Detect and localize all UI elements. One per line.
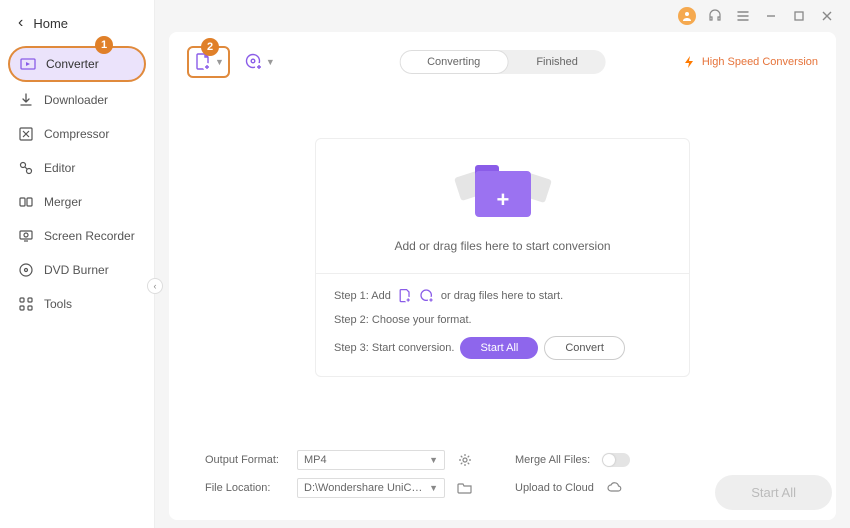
add-disc-icon[interactable] (419, 288, 435, 304)
start-all-button[interactable]: Start All (460, 337, 538, 359)
chevron-down-icon: ▼ (215, 57, 224, 67)
step-3-text: Step 3: Start conversion. (334, 342, 454, 354)
file-location-value: D:\Wondershare UniConverter 1 (304, 482, 424, 494)
file-location-select[interactable]: D:\Wondershare UniConverter 1 ▼ (297, 478, 445, 498)
converter-icon (20, 56, 36, 72)
nav-label: Merger (44, 195, 82, 209)
dropzone: + Add or drag files here to start conver… (315, 138, 690, 377)
chevron-down-icon: ▼ (429, 483, 438, 493)
step-1-b: or drag files here to start. (441, 290, 563, 302)
folder-plus-icon: + (463, 163, 543, 223)
bolt-icon (682, 55, 696, 69)
chevron-down-icon: ▼ (429, 455, 438, 465)
upload-label: Upload to Cloud (515, 482, 594, 494)
titlebar (155, 0, 850, 32)
nav-label: Tools (44, 297, 72, 311)
nav-label: Converter (46, 57, 99, 71)
drop-area[interactable]: + Add or drag files here to start conver… (316, 139, 689, 273)
file-location-label: File Location: (205, 482, 285, 494)
nav-converter[interactable]: Converter (8, 46, 146, 82)
callout-badge-2: 2 (201, 38, 219, 56)
nav-downloader[interactable]: Downloader (8, 84, 146, 116)
drop-text: Add or drag files here to start conversi… (394, 239, 610, 253)
nav-label: Screen Recorder (44, 229, 135, 243)
content-card: 2 ▼ ▼ Converting Finished (169, 32, 836, 520)
collapse-handle[interactable]: ‹ (147, 278, 163, 294)
back-icon[interactable]: ‹ (18, 14, 23, 32)
add-disc-button[interactable]: ▼ (240, 48, 279, 76)
nav-label: Editor (44, 161, 75, 175)
footer-start-all-button[interactable]: Start All (715, 475, 832, 510)
output-format-value: MP4 (304, 454, 327, 466)
avatar-icon[interactable] (678, 7, 696, 25)
cloud-icon[interactable] (606, 480, 622, 496)
step-2: Step 2: Choose your format. (334, 314, 671, 326)
step-1-a: Step 1: Add (334, 290, 391, 302)
maximize-icon[interactable] (790, 7, 808, 25)
main: ‹ 2 ▼ (155, 0, 850, 528)
sidebar: ‹ Home 1 Converter Downloader Compressor (0, 0, 155, 528)
file-location-row: File Location: D:\Wondershare UniConvert… (205, 478, 800, 498)
speed-label: High Speed Conversion (702, 56, 818, 68)
tab-finished[interactable]: Finished (508, 50, 606, 74)
minimize-icon[interactable] (762, 7, 780, 25)
nav-label: Compressor (44, 127, 109, 141)
chevron-down-icon: ▼ (266, 57, 275, 67)
add-file-icon[interactable] (397, 288, 413, 304)
editor-icon (18, 160, 34, 176)
nav-merger[interactable]: Merger (8, 186, 146, 218)
merge-label: Merge All Files: (515, 454, 590, 466)
step-1: Step 1: Add or drag files here to start. (334, 288, 671, 304)
home-row[interactable]: ‹ Home (0, 0, 154, 42)
tools-icon (18, 296, 34, 312)
speed-badge[interactable]: High Speed Conversion (682, 55, 818, 69)
nav-tools[interactable]: Tools (8, 288, 146, 320)
step-2-text: Step 2: Choose your format. (334, 314, 472, 326)
add-disc-icon (244, 52, 264, 72)
settings-icon[interactable] (457, 452, 473, 468)
nav-screen-recorder[interactable]: Screen Recorder (8, 220, 146, 252)
step-3: Step 3: Start conversion. Start All Conv… (334, 336, 671, 360)
nav-label: DVD Burner (44, 263, 109, 277)
output-format-row: Output Format: MP4 ▼ Merge All Files: (205, 450, 800, 470)
nav-compressor[interactable]: Compressor (8, 118, 146, 150)
recorder-icon (18, 228, 34, 244)
tabs: Converting Finished (399, 50, 606, 74)
headset-icon[interactable] (706, 7, 724, 25)
add-file-button[interactable]: 2 ▼ (187, 46, 230, 78)
steps: Step 1: Add or drag files here to start.… (316, 273, 689, 376)
nav-dvd-burner[interactable]: DVD Burner (8, 254, 146, 286)
home-label: Home (33, 16, 68, 31)
downloader-icon (18, 92, 34, 108)
folder-icon[interactable] (457, 480, 473, 496)
output-format-select[interactable]: MP4 ▼ (297, 450, 445, 470)
compressor-icon (18, 126, 34, 142)
close-icon[interactable] (818, 7, 836, 25)
nav-label: Downloader (44, 93, 108, 107)
convert-button[interactable]: Convert (544, 336, 625, 360)
toolbar: 2 ▼ ▼ Converting Finished (187, 46, 818, 78)
merger-icon (18, 194, 34, 210)
tab-converting[interactable]: Converting (399, 50, 508, 74)
merge-toggle[interactable] (602, 453, 630, 467)
dvd-icon (18, 262, 34, 278)
output-format-label: Output Format: (205, 454, 285, 466)
nav-editor[interactable]: Editor (8, 152, 146, 184)
callout-badge-1: 1 (95, 36, 113, 54)
nav: 1 Converter Downloader Compressor Editor (0, 42, 154, 324)
footer: Output Format: MP4 ▼ Merge All Files: Fi… (187, 442, 818, 506)
menu-icon[interactable] (734, 7, 752, 25)
